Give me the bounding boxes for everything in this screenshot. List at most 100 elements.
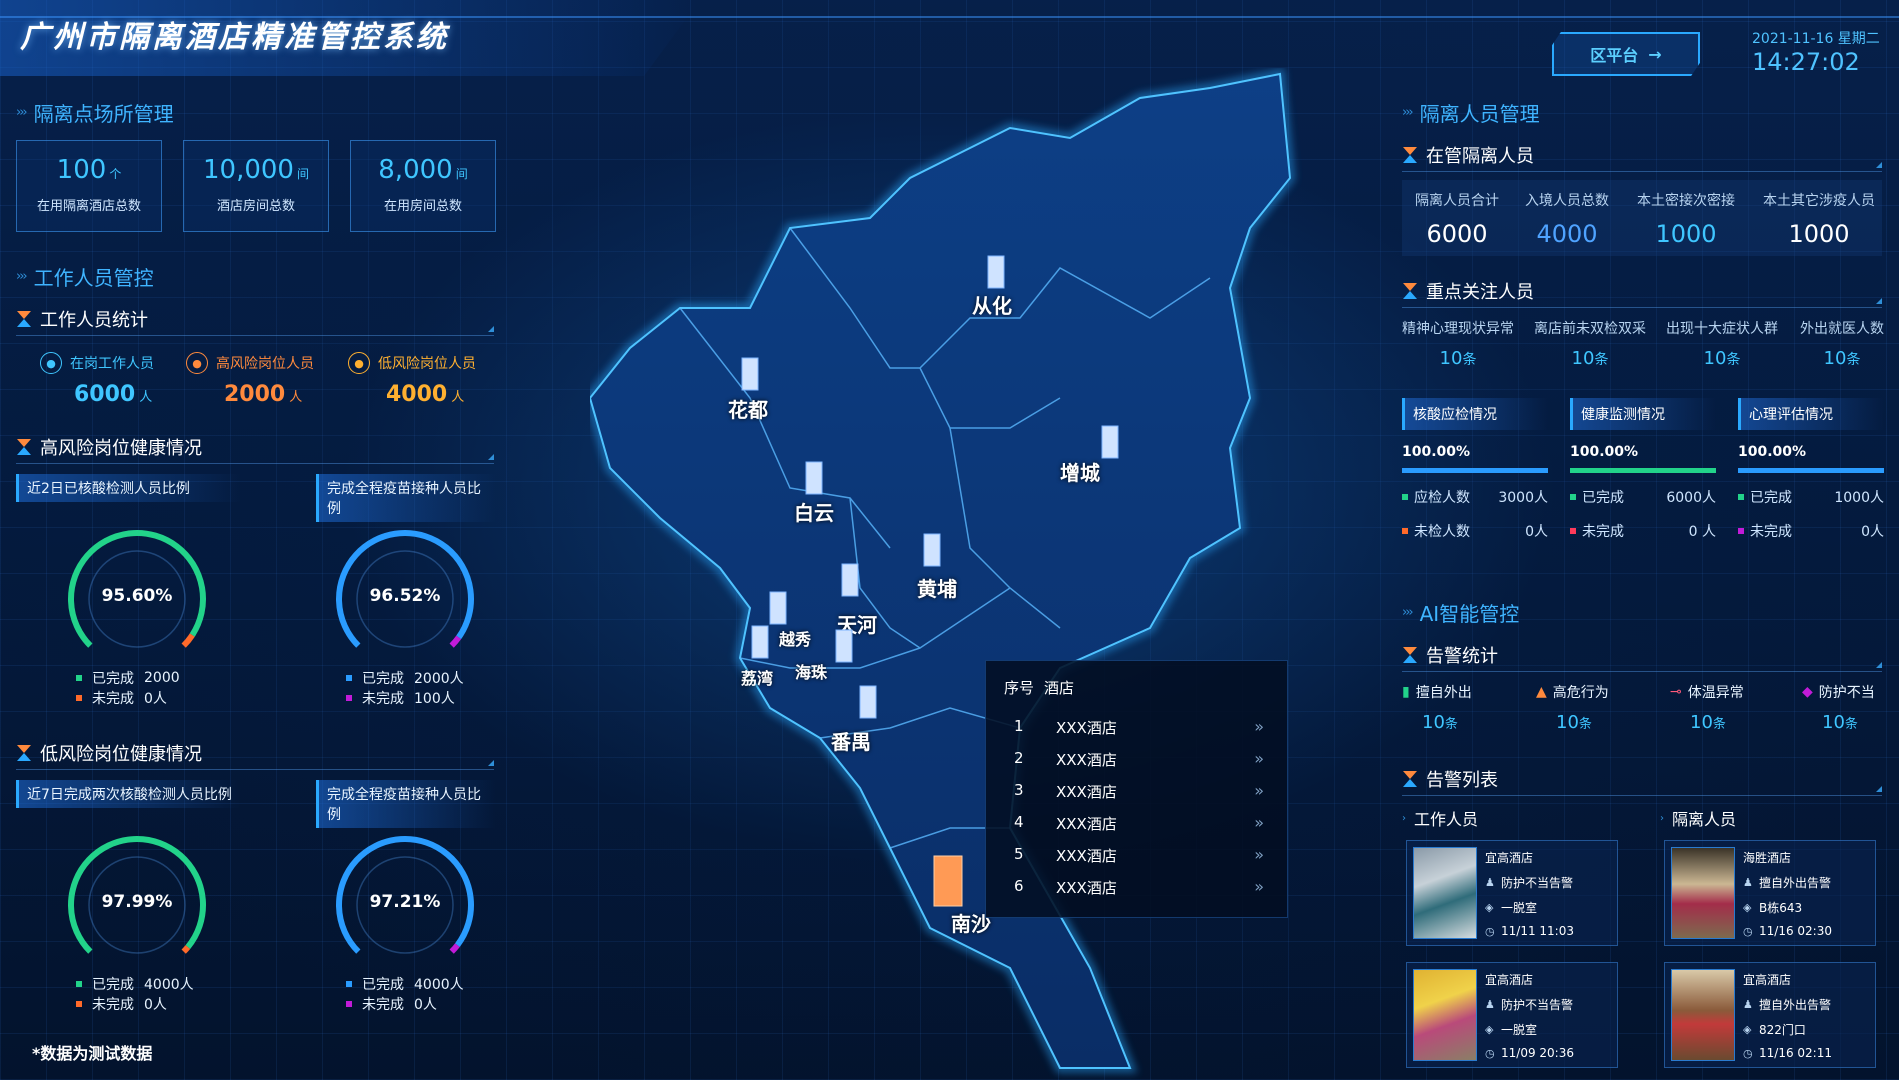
hourglass-icon bbox=[1403, 647, 1417, 663]
stat-inbound: 入境人员总数 4000 bbox=[1525, 193, 1609, 248]
alarm-stat-protection[interactable]: ◆ 防护不当 10条 bbox=[1802, 682, 1875, 733]
alarm-card[interactable]: 海胜酒店 ♟ 擅自外出告警 ◈ B栋643 ◷ 11/16 02:30 bbox=[1664, 840, 1876, 946]
clock-icon: ◷ bbox=[1743, 1046, 1753, 1060]
gauge-todo-arc bbox=[181, 945, 191, 954]
triple-chevron-icon: ››› bbox=[1402, 105, 1414, 120]
camera-snapshot[interactable] bbox=[1413, 969, 1477, 1061]
time-display: 14:27:02 bbox=[1752, 48, 1860, 76]
alarm-card[interactable]: 宜高酒店 ♟ 防护不当告警 ◈ 一脱室 ◷ 11/09 20:36 bbox=[1406, 962, 1618, 1068]
camera-snapshot[interactable] bbox=[1671, 847, 1735, 939]
chevron-right-icon: › bbox=[1402, 812, 1406, 824]
camera-snapshot[interactable] bbox=[1413, 847, 1477, 939]
clock-icon: ◷ bbox=[1485, 924, 1495, 938]
progress-bar bbox=[1402, 468, 1548, 473]
person-icon: ♟ bbox=[1485, 876, 1495, 889]
high-risk-nucleic-tab[interactable]: 近2日已核酸检测人员比例 bbox=[16, 474, 241, 502]
progress-fill bbox=[1402, 468, 1548, 473]
stat-on-duty-staff: ● 在岗工作人员 6000 人 bbox=[40, 352, 154, 407]
door-icon: ▮ bbox=[1402, 684, 1410, 700]
focus-title: 重点关注人员 bbox=[1402, 278, 1882, 308]
low-risk-nucleic-tab[interactable]: 近7日完成两次核酸检测人员比例 bbox=[16, 780, 241, 808]
hourglass-icon bbox=[17, 439, 31, 455]
stat-total-isolated: 隔离人员合计 6000 bbox=[1415, 193, 1499, 248]
gauge-low-risk-nucleic: 97.99% bbox=[62, 830, 212, 980]
shield-icon: ◆ bbox=[1802, 684, 1813, 700]
focus-mental[interactable]: 精神心理现状异常 10条 bbox=[1400, 318, 1516, 369]
staff-stats-title: 工作人员统计 bbox=[16, 306, 494, 336]
location-icon: ◈ bbox=[1743, 1023, 1752, 1036]
hotel-row[interactable]: 1 XXX酒店» bbox=[1014, 717, 1264, 738]
stat-local-contacts: 本土密接次密接 1000 bbox=[1637, 193, 1735, 248]
alarm-stat-high-risk[interactable]: ▲ 高危行为 10条 bbox=[1536, 682, 1609, 733]
health-monitor-panel: 健康监测情况 100.00% 已完成 6000人 未完成 0 人 bbox=[1570, 398, 1716, 541]
person-icon: ♟ bbox=[1743, 998, 1753, 1011]
hotel-table-header: 序号 酒店 bbox=[1004, 679, 1075, 697]
triple-chevron-icon: ››› bbox=[16, 269, 28, 284]
stat-rooms-in-use: 8,000 间 在用房间总数 bbox=[350, 140, 496, 232]
stat-low-risk-staff: ● 低风险岗位人员 4000 人 bbox=[348, 352, 476, 407]
focus-no-double-test[interactable]: 离店前未双检双采 10条 bbox=[1532, 318, 1648, 369]
legend-todo: 未完成 0人 bbox=[76, 994, 167, 1014]
progress-bar bbox=[1570, 468, 1716, 473]
ai-section-title: ››› AI智能管控 bbox=[1402, 602, 1520, 626]
progress-fill bbox=[1570, 468, 1716, 473]
low-risk-title: 低风险岗位健康情况 bbox=[16, 740, 494, 770]
alarm-list-title: 告警列表 bbox=[1402, 766, 1882, 796]
location-icon: ◈ bbox=[1485, 901, 1494, 914]
high-risk-title: 高风险岗位健康情况 bbox=[16, 434, 494, 464]
hourglass-icon bbox=[1403, 147, 1417, 163]
alarm-card[interactable]: 宜高酒店 ♟ 擅自外出告警 ◈ 822门口 ◷ 11/16 02:11 bbox=[1664, 962, 1876, 1068]
gauge-todo-arc bbox=[449, 635, 462, 648]
location-icon: ◈ bbox=[1485, 1023, 1494, 1036]
alarm-list-staff-header[interactable]: › 工作人员 bbox=[1402, 806, 1478, 830]
clock-icon: ◷ bbox=[1743, 924, 1753, 938]
venue-section-title: ››› 隔离点场所管理 bbox=[16, 102, 174, 126]
legend-todo: 未完成 100人 bbox=[346, 688, 455, 708]
person-icon: ● bbox=[348, 352, 370, 374]
in-custody-title: 在管隔离人员 bbox=[1402, 142, 1882, 172]
gauge-todo-arc bbox=[181, 633, 195, 648]
legend-done: 已完成 2000人 bbox=[346, 668, 464, 688]
hourglass-icon bbox=[1403, 283, 1417, 299]
hotel-list-popup: 序号 酒店 1 XXX酒店» 2 XXX酒店» 3 XXX酒店» 4 XXX酒店» 5X… bbox=[985, 660, 1288, 918]
location-icon: ◈ bbox=[1743, 901, 1752, 914]
hotel-row[interactable]: 6 XXX酒店» bbox=[1014, 877, 1264, 898]
hotel-row[interactable]: 2 XXX酒店» bbox=[1014, 749, 1264, 770]
focus-hospital-visits[interactable]: 外出就医人数 10条 bbox=[1794, 318, 1890, 369]
person-icon: ♟ bbox=[1485, 998, 1495, 1011]
focus-symptoms[interactable]: 出现十大症状人群 10条 bbox=[1664, 318, 1780, 369]
thermometer-icon: ⊸ bbox=[1670, 684, 1682, 700]
hotel-row[interactable]: 4 XXX酒店» bbox=[1014, 813, 1264, 834]
low-risk-vaccine-tab[interactable]: 完成全程疫苗接种人员比例 bbox=[316, 780, 496, 828]
chevron-right-icon: › bbox=[1660, 812, 1664, 824]
legend-done: 已完成 4000人 bbox=[76, 974, 194, 994]
alarm-stats-title: 告警统计 bbox=[1402, 642, 1882, 672]
psych-eval-panel: 心理评估情况 100.00% 已完成 1000人 未完成 0人 bbox=[1738, 398, 1884, 541]
district-platform-button[interactable]: 区平台 → bbox=[1552, 32, 1700, 76]
stat-total-rooms: 10,000 间 酒店房间总数 bbox=[183, 140, 329, 232]
high-risk-vaccine-tab[interactable]: 完成全程疫苗接种人员比例 bbox=[316, 474, 496, 522]
alarm-list-isolated-header[interactable]: › 隔离人员 bbox=[1660, 806, 1736, 830]
progress-bar bbox=[1738, 468, 1884, 473]
alarm-stat-temperature[interactable]: ⊸ 体温异常 10条 bbox=[1670, 682, 1744, 733]
progress-fill bbox=[1738, 468, 1884, 473]
alarm-card[interactable]: 宜高酒店 ♟ 防护不当告警 ◈ 一脱室 ◷ 11/11 11:03 bbox=[1406, 840, 1618, 946]
double-chevron-icon: » bbox=[1254, 813, 1264, 832]
hotel-row[interactable]: 5 XXX酒店» bbox=[1014, 845, 1264, 866]
gauge-high-risk-vaccine: 96.52% bbox=[330, 524, 480, 674]
alarm-stat-leave[interactable]: ▮ 擅自外出 10条 bbox=[1402, 682, 1472, 733]
arrow-right-icon: → bbox=[1648, 44, 1662, 64]
hourglass-icon bbox=[17, 311, 31, 327]
hotel-row[interactable]: 3 XXX酒店» bbox=[1014, 781, 1264, 802]
camera-snapshot[interactable] bbox=[1671, 969, 1735, 1061]
legend-done: 已完成 4000人 bbox=[346, 974, 464, 994]
person-icon: ● bbox=[40, 352, 62, 374]
person-icon: ● bbox=[186, 352, 208, 374]
hourglass-icon bbox=[17, 745, 31, 761]
warning-icon: ▲ bbox=[1536, 684, 1547, 700]
staff-section-title: ››› 工作人员管控 bbox=[16, 266, 154, 290]
person-icon: ♟ bbox=[1743, 876, 1753, 889]
double-chevron-icon: » bbox=[1254, 749, 1264, 768]
clock-icon: ◷ bbox=[1485, 1046, 1495, 1060]
person-section-title: ››› 隔离人员管理 bbox=[1402, 102, 1540, 126]
